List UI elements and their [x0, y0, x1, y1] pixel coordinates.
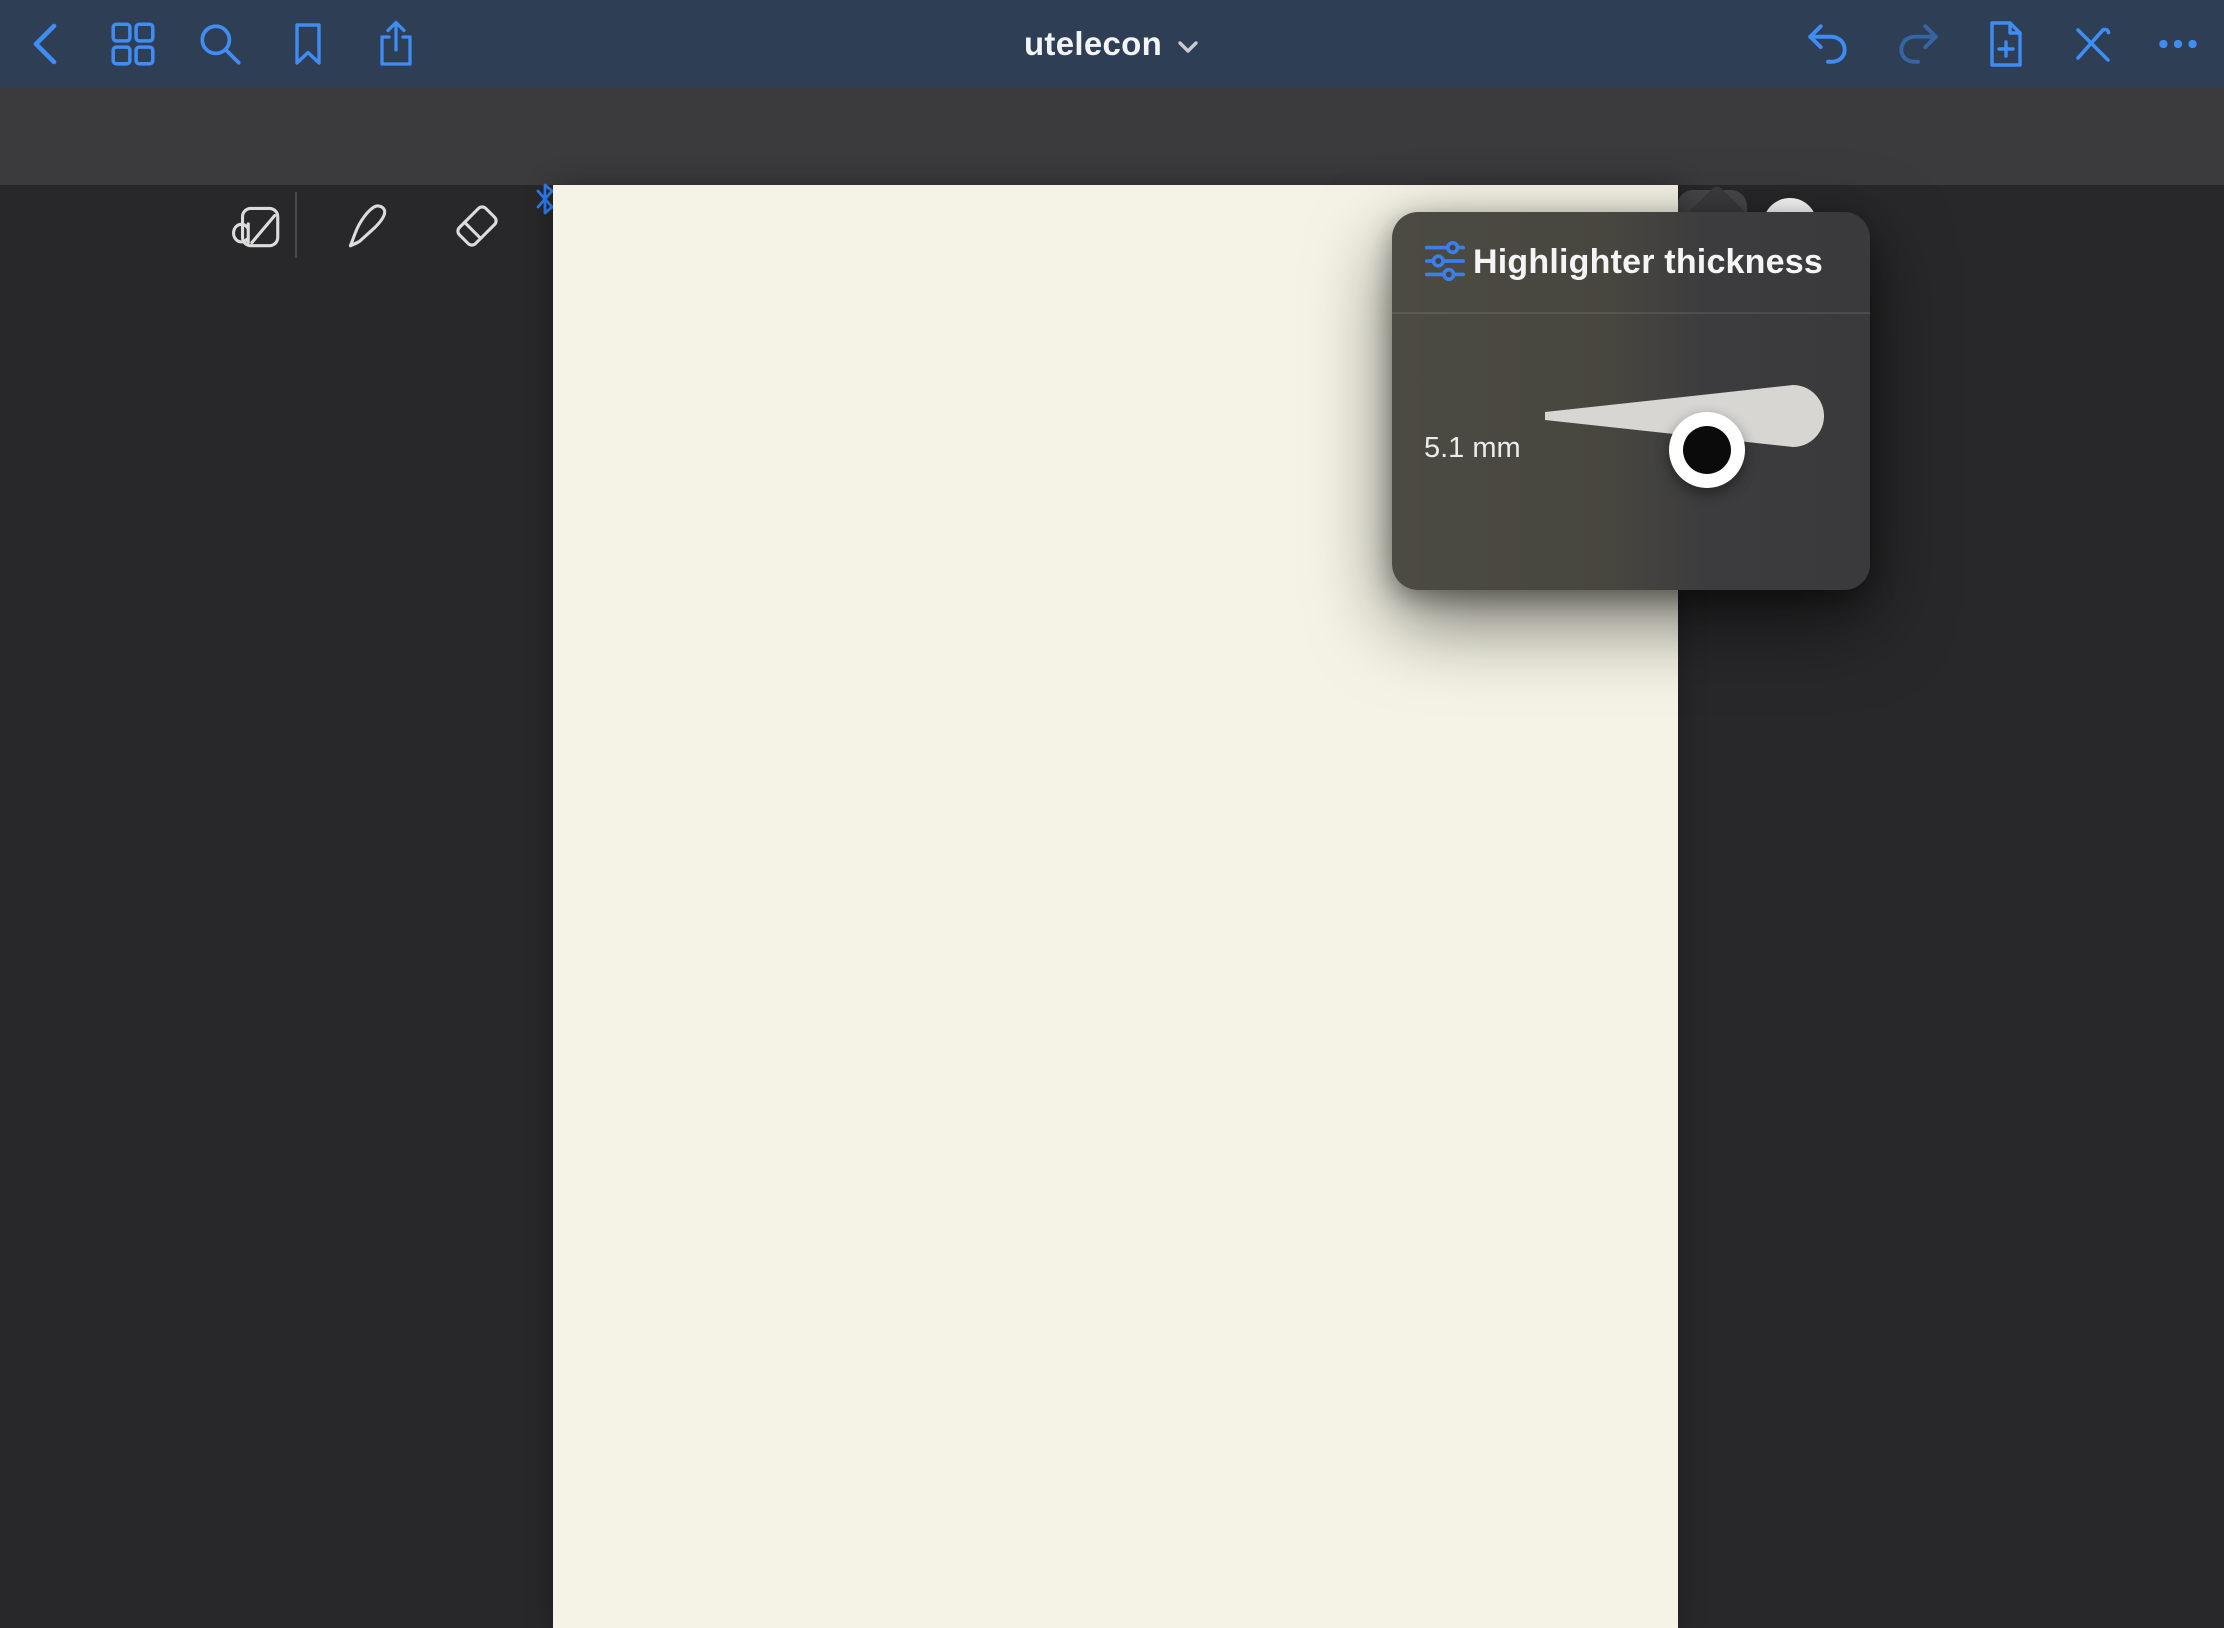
- stylus-mode-button[interactable]: [2064, 16, 2120, 72]
- add-page-icon: [1980, 18, 2028, 70]
- more-ellipsis-icon: [2153, 19, 2203, 69]
- pen-tool-icon: [336, 197, 394, 255]
- highlighter-thickness-popover: Highlighter thickness 5.1 mm: [1392, 212, 1870, 590]
- undo-button[interactable]: [1800, 16, 1856, 72]
- thickness-value-label: 5.1 mm: [1424, 432, 1521, 465]
- thickness-slider-handle-dot: [1683, 426, 1731, 474]
- thickness-slider-handle[interactable]: [1669, 412, 1745, 488]
- stylus-mode-icon: [2068, 20, 2116, 68]
- popover-title: Highlighter thickness: [1392, 212, 1870, 312]
- eraser-tool-button[interactable]: [445, 194, 509, 258]
- read-only-mode-icon: [227, 197, 285, 255]
- tool-bar: [0, 88, 2224, 185]
- pen-tool-button[interactable]: [333, 194, 397, 258]
- notebook-title: utelecon: [1024, 25, 1162, 63]
- toolbar-divider: [295, 192, 297, 258]
- eraser-tool-icon: [448, 197, 506, 255]
- more-button[interactable]: [2150, 16, 2206, 72]
- navigation-bar: utelecon: [0, 0, 2224, 88]
- undo-icon: [1803, 19, 1853, 69]
- read-only-mode-button[interactable]: [224, 194, 288, 258]
- popover-header: Highlighter thickness: [1392, 212, 1870, 314]
- add-page-button[interactable]: [1976, 16, 2032, 72]
- redo-icon: [1893, 19, 1943, 69]
- redo-button[interactable]: [1890, 16, 1946, 72]
- title-chevron-down-icon: [1176, 39, 1200, 55]
